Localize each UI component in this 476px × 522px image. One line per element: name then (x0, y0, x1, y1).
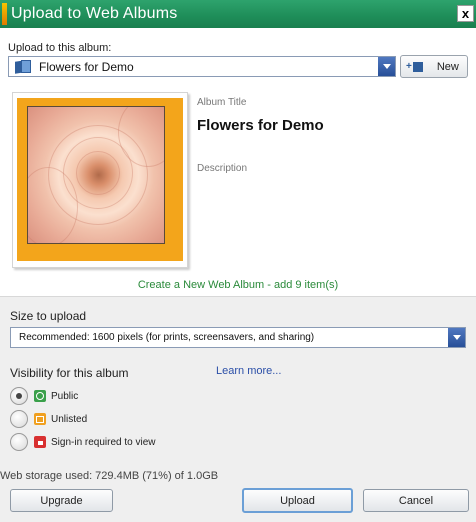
size-label: Size to upload (10, 309, 87, 323)
learn-more-link[interactable]: Learn more... (216, 365, 281, 377)
upload-button[interactable]: Upload (242, 488, 353, 513)
visibility-option-label: Sign-in required to view (51, 436, 156, 448)
visibility-option-label: Public (51, 390, 79, 402)
app-icon (2, 3, 7, 25)
unlisted-icon (34, 413, 46, 425)
size-dropdown-value: Recommended: 1600 pixels (for prints, sc… (19, 332, 315, 343)
flower-photo (27, 106, 165, 244)
album-title-value[interactable]: Flowers for Demo (197, 117, 324, 134)
lock-icon (34, 436, 46, 448)
new-album-label: New (436, 60, 459, 73)
visibility-option-public[interactable]: Public (10, 387, 78, 405)
album-title-label: Album Title (197, 97, 247, 108)
radio-unlisted[interactable] (10, 410, 28, 428)
visibility-option-label: Unlisted (51, 413, 88, 425)
visibility-option-unlisted[interactable]: Unlisted (10, 410, 87, 428)
visibility-option-signin[interactable]: Sign-in required to view (10, 433, 156, 451)
size-dropdown[interactable]: Recommended: 1600 pixels (for prints, sc… (10, 327, 466, 348)
public-icon (34, 390, 46, 402)
title-bar: Upload to Web Albums x (0, 0, 476, 28)
create-album-info: Create a New Web Album - add 9 item(s) (137, 279, 339, 291)
album-dropdown[interactable]: Flowers for Demo (8, 56, 396, 77)
new-album-button[interactable]: + New (400, 55, 468, 78)
plus-album-icon: + (406, 61, 423, 72)
album-dropdown-value: Flowers for Demo (39, 59, 134, 74)
chevron-down-icon[interactable] (448, 328, 465, 347)
cancel-button[interactable]: Cancel (363, 489, 469, 512)
album-thumbnail (12, 92, 188, 268)
album-icon (15, 60, 31, 74)
window-title: Upload to Web Albums (11, 5, 178, 22)
radio-signin[interactable] (10, 433, 28, 451)
description-label[interactable]: Description (197, 163, 247, 174)
chevron-down-icon[interactable] (378, 57, 395, 76)
close-button[interactable]: x (457, 5, 474, 22)
radio-public[interactable] (10, 387, 28, 405)
visibility-label: Visibility for this album (10, 366, 129, 380)
album-select-label: Upload to this album: (8, 42, 112, 54)
upgrade-button[interactable]: Upgrade (10, 489, 113, 512)
storage-usage: Web storage used: 729.4MB (71%) of 1.0GB (0, 470, 219, 482)
